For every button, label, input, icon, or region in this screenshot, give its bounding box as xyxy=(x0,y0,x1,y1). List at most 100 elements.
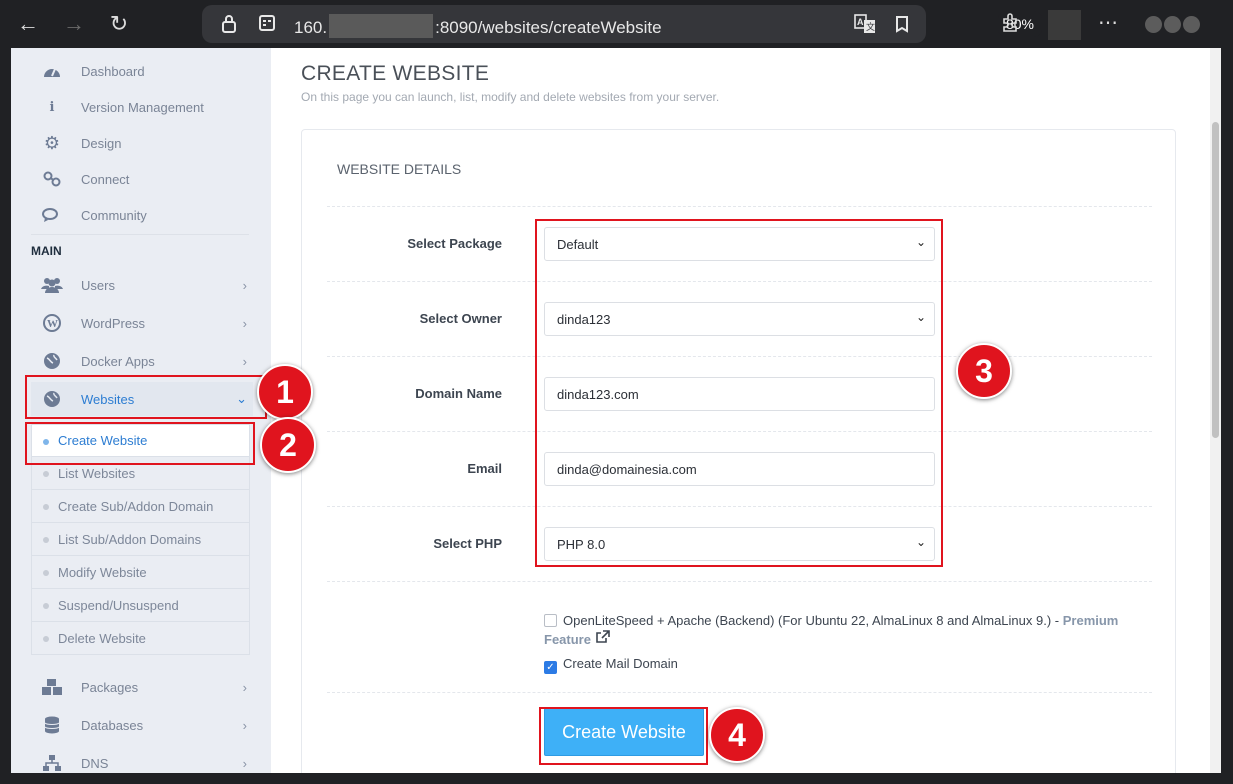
sidebar-item-docker-apps[interactable]: Docker Apps › xyxy=(31,344,253,378)
page-subtitle: On this page you can launch, list, modif… xyxy=(301,90,720,104)
users-icon xyxy=(41,276,63,294)
feature-link[interactable]: Feature xyxy=(544,632,591,647)
sidebar-item-packages[interactable]: Packages › xyxy=(31,670,253,704)
sidebar-section-heading: MAIN xyxy=(31,244,62,258)
dashboard-icon xyxy=(41,62,63,80)
back-arrow-icon[interactable]: ← xyxy=(14,10,42,38)
sidebar-item-label: Design xyxy=(81,135,122,151)
globe-icon xyxy=(41,352,63,370)
wordpress-icon: W xyxy=(41,314,63,332)
php-label: Select PHP xyxy=(433,536,502,551)
url-suffix: :8090/websites/createWebsite xyxy=(435,18,662,37)
bullet-icon xyxy=(43,603,49,609)
divider xyxy=(327,206,1152,207)
sidebar-item-wordpress[interactable]: W WordPress › xyxy=(31,306,253,340)
page-viewport: Dashboard i Version Management ⚙ Design … xyxy=(11,48,1221,773)
chevron-right-icon: › xyxy=(242,679,247,695)
chevron-right-icon: › xyxy=(242,315,247,331)
divider xyxy=(327,692,1152,693)
submenu-item-list-sub-addon-domains[interactable]: List Sub/Addon Domains xyxy=(31,523,250,556)
sidebar-item-connect[interactable]: Connect xyxy=(31,162,253,196)
mail-domain-row: ✓ Create Mail Domain xyxy=(544,656,678,674)
ols-option-label: OpenLiteSpeed + Apache (Backend) (For Ub… xyxy=(563,613,1060,628)
ols-checkbox[interactable] xyxy=(544,614,557,627)
info-icon: i xyxy=(49,99,55,115)
svg-text:W: W xyxy=(47,318,58,330)
chevron-right-icon: › xyxy=(242,353,247,369)
sidebar-item-label: WordPress xyxy=(81,315,146,331)
annotation-badge-4: 4 xyxy=(709,707,765,763)
sidebar-item-label: Community xyxy=(81,207,147,223)
chevron-right-icon: › xyxy=(242,717,247,733)
window-dot-icon[interactable] xyxy=(1164,16,1181,33)
submenu-item-suspend-unsuspend[interactable]: Suspend/Unsuspend xyxy=(31,589,250,622)
submenu-item-delete-website[interactable]: Delete Website xyxy=(31,622,250,655)
more-menu-icon[interactable]: ⋯ xyxy=(1098,10,1118,35)
submenu-item-label: Create Sub/Addon Domain xyxy=(58,498,214,514)
scrollbar[interactable] xyxy=(1210,48,1221,773)
bullet-icon xyxy=(43,537,49,543)
divider xyxy=(327,581,1152,582)
sidebar-item-label: Version Management xyxy=(81,99,204,115)
bullet-icon xyxy=(43,504,49,510)
scrollbar-thumb[interactable] xyxy=(1212,122,1219,438)
annotation-highlight-form-fields xyxy=(535,219,943,567)
browser-toolbar: ← → ↻ 160.:8090/websites/createWebsite 8… xyxy=(0,0,1233,48)
sidebar-item-label: Docker Apps xyxy=(81,353,155,369)
submenu-item-label: Suspend/Unsuspend xyxy=(58,597,179,613)
sidebar-item-dns[interactable]: DNS › xyxy=(31,746,253,773)
premium-link[interactable]: Premium xyxy=(1063,613,1119,628)
sidebar-item-label: Users xyxy=(81,277,115,293)
sidebar-item-dashboard[interactable]: Dashboard xyxy=(31,54,253,88)
page-title: CREATE WEBSITE xyxy=(301,62,490,85)
sidebar-item-label: Databases xyxy=(81,717,144,733)
sidebar-item-users[interactable]: Users › xyxy=(31,268,253,302)
ols-option-row: OpenLiteSpeed + Apache (Backend) (For Ub… xyxy=(544,611,1144,649)
chevron-right-icon: › xyxy=(242,755,247,771)
package-label: Select Package xyxy=(407,236,502,251)
submenu-item-create-sub-addon-domain[interactable]: Create Sub/Addon Domain xyxy=(31,490,250,523)
sidebar-item-databases[interactable]: Databases › xyxy=(31,708,253,742)
annotation-badge-3: 3 xyxy=(956,343,1012,399)
profile-avatar[interactable] xyxy=(1048,10,1081,40)
forward-arrow-icon[interactable]: → xyxy=(60,10,88,38)
refresh-icon[interactable]: ↻ xyxy=(105,10,133,38)
lock-icon[interactable] xyxy=(220,14,240,34)
domain-label: Domain Name xyxy=(415,386,502,401)
svg-text:A: A xyxy=(857,17,864,27)
email-label: Email xyxy=(467,461,502,476)
sidebar-item-label: DNS xyxy=(81,755,109,771)
mail-domain-label: Create Mail Domain xyxy=(563,656,678,671)
bullet-icon xyxy=(43,636,49,642)
annotation-highlight-create-button xyxy=(539,707,708,765)
sidebar-item-design[interactable]: ⚙ Design xyxy=(31,126,253,160)
window-dot-icon[interactable] xyxy=(1183,16,1200,33)
sidebar-item-community[interactable]: Community xyxy=(31,198,253,232)
external-link-icon[interactable] xyxy=(595,630,610,647)
window-dot-icon[interactable] xyxy=(1145,16,1162,33)
bullet-icon xyxy=(43,570,49,576)
submenu-item-label: Delete Website xyxy=(58,630,146,646)
extensions-icon[interactable] xyxy=(1000,12,1022,39)
annotation-highlight-create-website xyxy=(25,422,255,465)
redacted-ip xyxy=(329,14,434,38)
svg-text:文: 文 xyxy=(866,21,875,33)
submenu-item-label: List Websites xyxy=(58,465,136,481)
bullet-icon xyxy=(43,471,49,477)
window-bottom-edge xyxy=(0,773,1233,784)
submenu-item-label: List Sub/Addon Domains xyxy=(58,531,202,547)
link-icon xyxy=(41,170,63,188)
sidebar-item-label: Packages xyxy=(81,679,139,695)
site-info-icon[interactable] xyxy=(258,14,278,34)
owner-label: Select Owner xyxy=(419,311,502,326)
translate-icon[interactable]: A文 xyxy=(854,14,875,34)
url-text[interactable]: 160.:8090/websites/createWebsite xyxy=(294,14,662,38)
gear-icon: ⚙ xyxy=(43,132,61,153)
submenu-item-modify-website[interactable]: Modify Website xyxy=(31,556,250,589)
address-bar[interactable]: 160.:8090/websites/createWebsite 80% A文 xyxy=(202,5,1042,43)
sidebar-item-version-management[interactable]: i Version Management xyxy=(31,90,253,124)
reading-list-icon[interactable] xyxy=(892,14,912,34)
panel-title: WEBSITE DETAILS xyxy=(337,161,462,177)
sitemap-icon xyxy=(41,754,63,772)
mail-domain-checkbox[interactable]: ✓ xyxy=(544,661,557,674)
